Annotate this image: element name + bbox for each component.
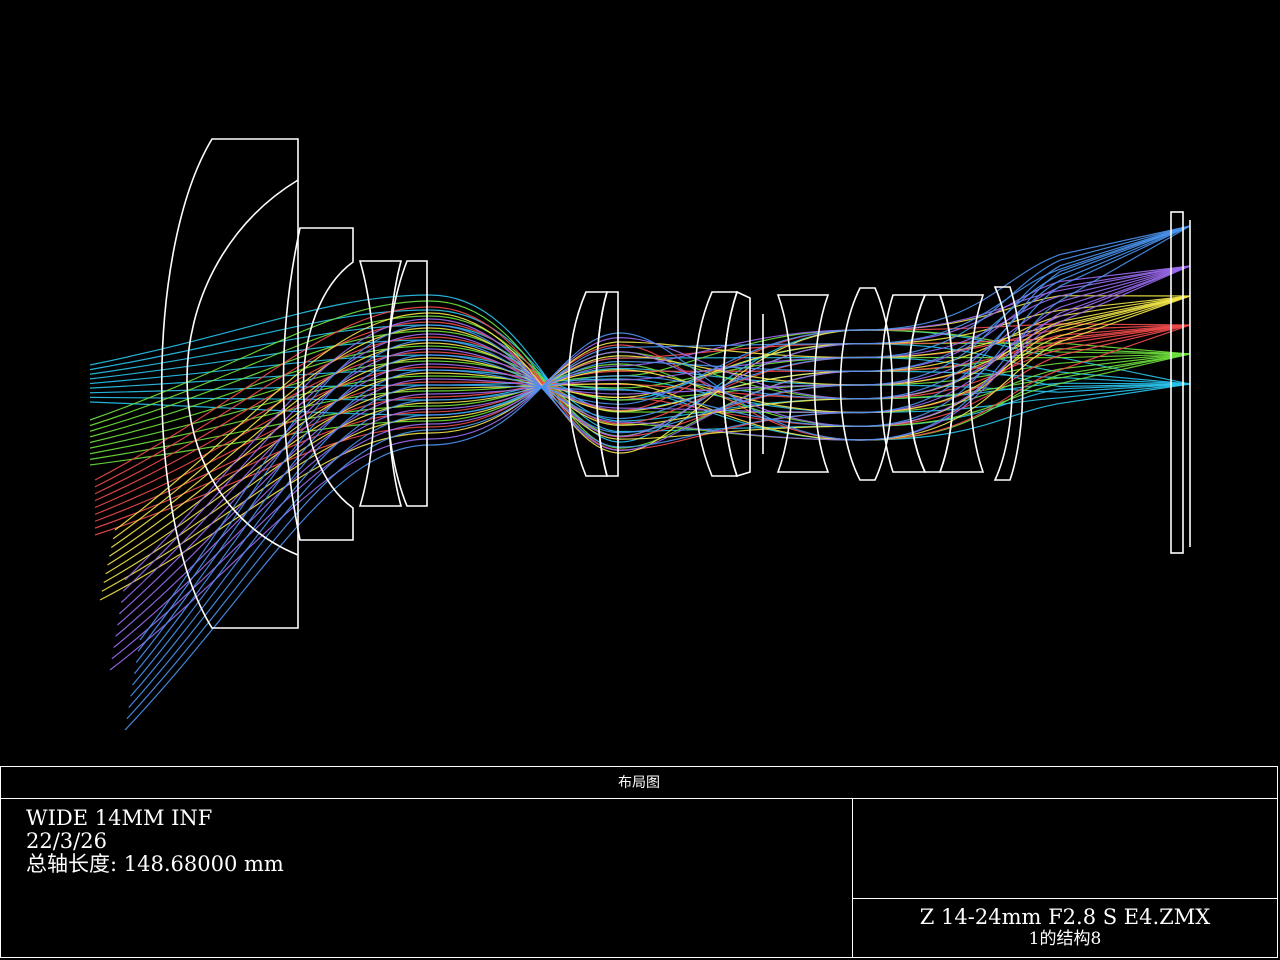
ray-field-5 [115,265,1191,637]
title-block-file-cell: Z 14-24mm F2.8 S E4.ZMX 1的结构8 [853,899,1277,957]
configuration-number: 1的结构8 [1028,929,1102,949]
title-block: 布局图 WIDE 14MM INF 22/3/26 总轴长度: 148.6800… [0,766,1278,958]
ray-fan-group [89,225,1191,731]
file-name: Z 14-24mm F2.8 S E4.ZMX [919,905,1211,929]
title-block-info: WIDE 14MM INF 22/3/26 总轴长度: 148.68000 mm [1,799,853,957]
ray-field-5 [117,265,1191,626]
ray-field-6 [124,225,1191,731]
configuration-title: WIDE 14MM INF [26,806,213,830]
title-block-blank-cell [853,799,1277,899]
title-block-header: 布局图 [1,767,1277,799]
total-axial-length: 总轴长度: 148.68000 mm [26,852,284,876]
ray-field-5 [109,265,1191,671]
ray-field-6 [130,225,1191,697]
ray-field-6 [132,225,1191,686]
lens-element-1-rear-surface [186,179,299,556]
date-text: 22/3/26 [26,829,107,853]
lens-element-7 [693,291,739,477]
optical-layout-plot [89,138,1191,731]
